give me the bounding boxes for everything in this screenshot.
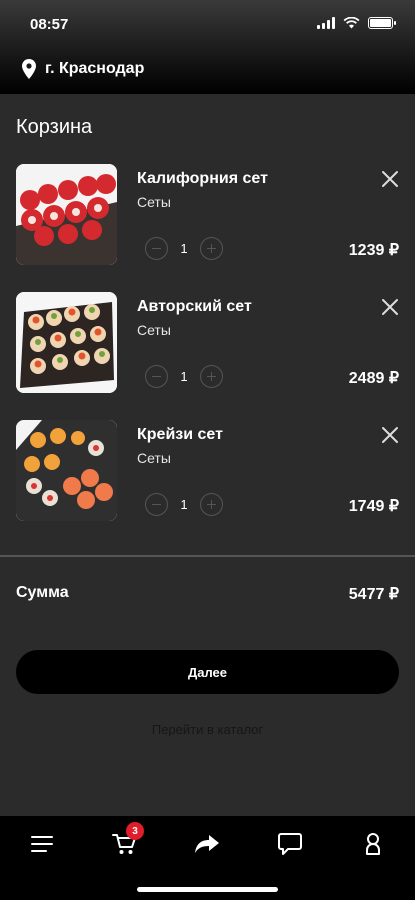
home-indicator (137, 887, 278, 892)
profile-icon (366, 833, 380, 855)
product-image (16, 420, 117, 521)
location-selector[interactable]: г. Краснодар (22, 59, 144, 79)
item-category: Сеты (137, 450, 171, 466)
quantity-value: 1 (180, 369, 188, 384)
divider (0, 555, 415, 557)
item-category: Сеты (137, 322, 171, 338)
cart-item: Авторский сет Сеты 1 2489 ₽ (0, 292, 415, 396)
chat-icon (278, 833, 302, 855)
increase-button[interactable] (200, 493, 223, 516)
quantity-value: 1 (180, 497, 188, 512)
location-city: г. Краснодар (45, 60, 145, 77)
item-name: Крейзи сет (137, 426, 223, 443)
location-pin-icon (22, 59, 36, 79)
page-title: Корзина (16, 116, 93, 138)
remove-item-icon[interactable] (381, 426, 399, 444)
sum-label: Сумма (16, 584, 69, 601)
item-price: 1749 ₽ (348, 498, 399, 515)
nav-cart[interactable]: 3 (104, 822, 144, 858)
status-time: 08:57 (30, 16, 69, 33)
header: 08:57 г. Краснодар (0, 0, 415, 94)
item-price: 1239 ₽ (348, 242, 399, 259)
quantity-stepper: 1 (145, 493, 223, 516)
product-image (16, 164, 117, 265)
product-image (16, 292, 117, 393)
sum-value: 5477 ₽ (348, 586, 399, 603)
quantity-stepper: 1 (145, 365, 223, 388)
wifi-icon (343, 17, 360, 29)
nav-share[interactable] (187, 830, 227, 858)
next-button[interactable]: Далее (16, 650, 399, 694)
decrease-button[interactable] (145, 237, 168, 260)
go-to-catalog-link[interactable]: Перейти в каталог (0, 722, 415, 737)
increase-button[interactable] (200, 237, 223, 260)
remove-item-icon[interactable] (381, 170, 399, 188)
item-name: Авторский сет (137, 298, 252, 315)
increase-button[interactable] (200, 365, 223, 388)
signal-icon (317, 17, 335, 29)
share-icon (195, 835, 219, 853)
item-price: 2489 ₽ (348, 370, 399, 387)
decrease-button[interactable] (145, 365, 168, 388)
nav-profile[interactable] (353, 830, 393, 858)
battery-icon (368, 17, 396, 29)
quantity-value: 1 (180, 241, 188, 256)
decrease-button[interactable] (145, 493, 168, 516)
cart-item: Калифорния сет Сеты 1 1239 ₽ (0, 164, 415, 268)
quantity-stepper: 1 (145, 237, 223, 260)
nav-chat[interactable] (270, 830, 310, 858)
cart-screen: Корзина Калифорния сет Сеты 1 1239 ₽ Авт… (0, 94, 415, 816)
item-category: Сеты (137, 194, 171, 210)
remove-item-icon[interactable] (381, 298, 399, 316)
item-name: Калифорния сет (137, 170, 268, 187)
menu-icon (31, 836, 53, 852)
cart-badge: 3 (126, 822, 144, 840)
cart-item: Крейзи сет Сеты 1 1749 ₽ (0, 420, 415, 524)
nav-menu[interactable] (22, 830, 62, 858)
status-icons (317, 17, 396, 29)
